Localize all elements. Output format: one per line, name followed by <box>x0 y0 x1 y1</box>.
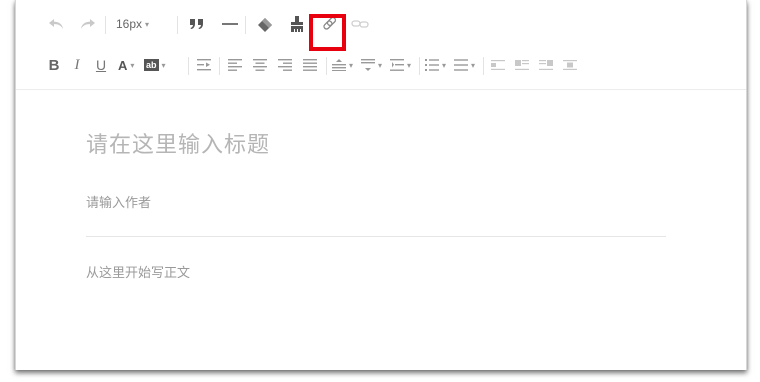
background-color-button[interactable]: ab ▾ <box>144 54 166 76</box>
unlink-icon[interactable] <box>349 13 371 35</box>
redo-icon[interactable] <box>78 14 98 34</box>
toolbar-separator <box>188 57 189 75</box>
chevron-down-icon: ▾ <box>471 60 476 70</box>
ordered-list-button[interactable]: ▾ <box>425 56 446 74</box>
toolbar-separator <box>105 16 106 34</box>
toolbar-divider <box>16 89 746 90</box>
underline-button[interactable]: U <box>94 54 108 76</box>
toolbar-separator <box>219 57 220 75</box>
author-input[interactable]: 请输入作者 <box>86 192 151 211</box>
background-color-label: ab <box>144 59 159 71</box>
toolbar-row-2: B I U A ▾ ab ▾ ▾ ▾ ▾ ▾ ▾ <box>16 50 746 80</box>
chevron-down-icon: ▾ <box>442 60 447 70</box>
editor-frame: 16px ▾ B I U A ▾ ab ▾ ▾ ▾ ▾ ▾ ▾ 请在这里输入标题… <box>15 0 747 370</box>
image-center-icon[interactable] <box>561 56 579 74</box>
bold-label: B <box>48 56 60 74</box>
bold-button[interactable]: B <box>46 54 62 76</box>
indent-icon[interactable] <box>195 56 213 74</box>
font-size-select[interactable]: 16px ▾ <box>116 13 149 35</box>
font-color-label: A <box>118 57 128 73</box>
align-center-icon[interactable] <box>251 56 269 74</box>
font-size-value: 16px <box>116 17 143 31</box>
align-justify-icon[interactable] <box>301 56 319 74</box>
chevron-down-icon: ▾ <box>378 60 383 70</box>
toolbar-separator <box>245 16 246 34</box>
font-color-button[interactable]: A ▾ <box>118 54 134 76</box>
paragraph-spacing-after-button[interactable]: ▾ <box>361 56 382 74</box>
underline-label: U <box>95 57 107 73</box>
horizontal-rule-button[interactable] <box>220 13 240 35</box>
chevron-down-icon: ▾ <box>145 19 150 29</box>
toolbar-separator <box>326 57 327 75</box>
line-height-button[interactable]: ▾ <box>390 56 411 74</box>
toolbar-separator <box>419 57 420 75</box>
unordered-list-button[interactable]: ▾ <box>454 56 475 74</box>
align-right-icon[interactable] <box>276 56 294 74</box>
blockquote-button[interactable] <box>186 13 208 35</box>
title-input[interactable]: 请在这里输入标题 <box>86 127 270 159</box>
chevron-down-icon: ▾ <box>349 60 354 70</box>
format-painter-icon[interactable] <box>254 13 276 35</box>
link-button-highlight <box>309 14 346 51</box>
paragraph-spacing-before-button[interactable]: ▾ <box>332 56 353 74</box>
clear-format-icon[interactable] <box>286 13 308 35</box>
toolbar-row-1: 16px ▾ <box>16 9 746 51</box>
italic-button[interactable]: I <box>70 54 84 76</box>
chevron-down-icon: ▾ <box>407 60 412 70</box>
chevron-down-icon: ▾ <box>130 60 135 70</box>
toolbar-separator <box>177 16 178 34</box>
image-float-none-icon[interactable] <box>489 56 507 74</box>
author-divider <box>86 236 666 237</box>
toolbar-separator <box>483 57 484 75</box>
undo-icon[interactable] <box>46 14 66 34</box>
image-float-left-icon[interactable] <box>513 56 531 74</box>
align-left-icon[interactable] <box>226 56 244 74</box>
body-editor[interactable]: 从这里开始写正文 <box>86 262 190 281</box>
image-float-right-icon[interactable] <box>537 56 555 74</box>
chevron-down-icon: ▾ <box>161 60 166 70</box>
italic-label: I <box>74 56 80 73</box>
